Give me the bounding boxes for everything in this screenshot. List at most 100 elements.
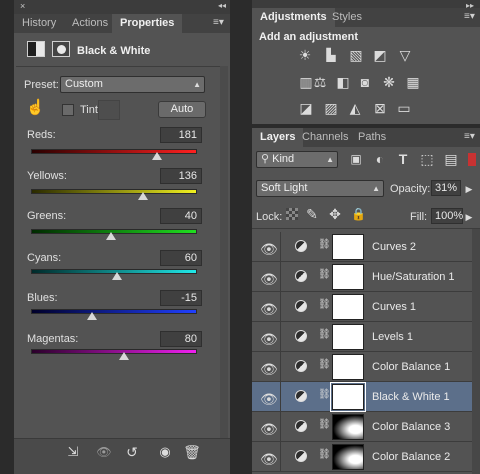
close-panel-button[interactable]: × bbox=[20, 2, 25, 11]
layer-mask-thumbnail[interactable] bbox=[332, 414, 364, 440]
opacity-arrow-icon[interactable]: ▶ bbox=[464, 181, 474, 197]
tab-paths[interactable]: Paths bbox=[350, 128, 394, 147]
link-chain-icon[interactable]: ⛓ bbox=[318, 419, 331, 435]
layer-mask-thumbnail[interactable] bbox=[332, 324, 364, 350]
exposure-icon[interactable]: ◩ bbox=[371, 47, 389, 63]
color-lookup-icon[interactable]: ▦ bbox=[404, 74, 422, 90]
layer-mask-thumbnail[interactable] bbox=[332, 234, 364, 260]
fill-input[interactable]: 100% bbox=[431, 208, 463, 224]
layer-row[interactable]: 👁 ⛓ Curves 1 bbox=[252, 292, 472, 322]
lock-all-icon[interactable]: 🔒 bbox=[351, 206, 366, 222]
layers-scrollbar[interactable] bbox=[472, 229, 480, 474]
view-previous-state-icon[interactable]: 👁 bbox=[93, 444, 115, 460]
lock-transparent-icon[interactable] bbox=[286, 208, 298, 220]
delete-trash-icon[interactable]: 🗑 bbox=[183, 444, 201, 460]
color-balance-icon[interactable]: ⚖ bbox=[311, 74, 329, 90]
tab-history[interactable]: History bbox=[14, 14, 64, 33]
adjustments-menu-icon[interactable]: ≡▾ bbox=[464, 11, 475, 22]
reset-icon[interactable]: ↺ bbox=[123, 444, 141, 460]
magentas-input[interactable]: 80 bbox=[160, 331, 202, 347]
link-chain-icon[interactable]: ⛓ bbox=[318, 449, 331, 465]
greens-slider-thumb[interactable] bbox=[106, 232, 116, 240]
layer-mask-thumbnail[interactable] bbox=[332, 294, 364, 320]
layers-menu-icon[interactable]: ≡▾ bbox=[464, 131, 475, 142]
fill-arrow-icon[interactable]: ▶ bbox=[464, 209, 474, 225]
threshold-icon[interactable]: ◭ bbox=[346, 100, 364, 116]
brightness-contrast-icon[interactable]: ☀ bbox=[297, 47, 313, 63]
link-chain-icon[interactable]: ⛓ bbox=[318, 239, 331, 255]
visibility-eye-icon[interactable]: 👁 bbox=[260, 391, 278, 407]
layer-row[interactable]: 👁 ⛓ Hue/Saturation 1 bbox=[252, 262, 472, 292]
visibility-eye-icon[interactable]: 👁 bbox=[260, 451, 278, 467]
posterize-icon[interactable]: ▨ bbox=[322, 100, 340, 116]
tint-color-swatch[interactable] bbox=[98, 100, 120, 120]
collapse-panel-button[interactable]: ◂◂ bbox=[218, 2, 226, 10]
tab-properties[interactable]: Properties bbox=[112, 14, 183, 33]
magentas-slider-thumb[interactable] bbox=[119, 352, 129, 360]
vibrance-icon[interactable]: ▽ bbox=[396, 47, 414, 63]
reds-slider-thumb[interactable] bbox=[152, 152, 162, 160]
adjustment-layer-icon[interactable] bbox=[27, 41, 45, 57]
tab-channels[interactable]: Channels bbox=[294, 128, 356, 147]
lock-image-brush-icon[interactable]: ✎ bbox=[304, 206, 320, 222]
channel-mixer-icon[interactable]: ❋ bbox=[380, 74, 398, 90]
layer-mask-thumbnail[interactable] bbox=[332, 264, 364, 290]
visibility-eye-icon[interactable]: ◉ bbox=[155, 444, 175, 460]
filter-adjustment-icon[interactable]: ◐ bbox=[372, 151, 388, 167]
panel-menu-icon[interactable]: ≡▾ bbox=[213, 17, 224, 28]
blues-input[interactable]: -15 bbox=[160, 290, 202, 306]
filter-pixel-icon[interactable]: ▣ bbox=[347, 151, 365, 167]
filter-toggle-switch[interactable] bbox=[468, 153, 476, 166]
selective-color-icon[interactable]: ⊠ bbox=[371, 100, 389, 116]
invert-icon[interactable]: ◪ bbox=[297, 100, 315, 116]
cyans-slider-thumb[interactable] bbox=[112, 272, 122, 280]
layer-row[interactable]: 👁 ⛓ Levels 1 bbox=[252, 322, 472, 352]
curves-icon[interactable]: ▧ bbox=[347, 47, 365, 63]
targeted-adjustment-hand-icon[interactable]: ☝ bbox=[26, 100, 45, 118]
visibility-eye-icon[interactable]: 👁 bbox=[260, 301, 278, 317]
layer-row[interactable]: 👁 ⛓ Color Balance 3 bbox=[252, 412, 472, 442]
cyans-input[interactable]: 60 bbox=[160, 250, 202, 266]
link-chain-icon[interactable]: ⛓ bbox=[318, 269, 331, 285]
magentas-slider-track[interactable] bbox=[31, 349, 197, 354]
levels-icon[interactable]: ▙ bbox=[322, 47, 340, 63]
filter-type-icon[interactable]: T bbox=[396, 151, 410, 167]
yellows-input[interactable]: 136 bbox=[160, 168, 202, 184]
layer-mask-thumbnail[interactable] bbox=[330, 382, 366, 412]
reds-input[interactable]: 181 bbox=[160, 127, 202, 143]
filter-smart-object-icon[interactable]: ▤ bbox=[443, 151, 459, 167]
blues-slider-thumb[interactable] bbox=[87, 312, 97, 320]
layer-mask-thumbnail[interactable] bbox=[332, 444, 364, 470]
layer-row[interactable]: 👁 ⛓ Curves 2 bbox=[252, 232, 472, 262]
black-white-icon[interactable]: ◧ bbox=[334, 74, 352, 90]
auto-button[interactable]: Auto bbox=[158, 101, 206, 118]
filter-shape-icon[interactable]: ⬚ bbox=[418, 151, 436, 167]
layer-filter-dropdown[interactable]: ⚲ Kind ▲ bbox=[256, 151, 338, 168]
preset-dropdown[interactable]: Custom ▲ bbox=[60, 76, 205, 93]
link-chain-icon[interactable]: ⛓ bbox=[318, 329, 331, 345]
blues-slider-track[interactable] bbox=[31, 309, 197, 314]
layer-row-selected[interactable]: 👁 ⛓ Black & White 1 bbox=[252, 382, 472, 412]
visibility-eye-icon[interactable]: 👁 bbox=[260, 241, 278, 257]
link-chain-icon[interactable]: ⛓ bbox=[318, 359, 331, 375]
link-chain-icon[interactable]: ⛓ bbox=[318, 389, 331, 405]
photo-filter-icon[interactable]: ◙ bbox=[356, 74, 374, 90]
greens-input[interactable]: 40 bbox=[160, 208, 202, 224]
tab-adjustments[interactable]: Adjustments bbox=[252, 8, 335, 27]
lock-position-icon[interactable]: ✥ bbox=[327, 206, 343, 222]
link-chain-icon[interactable]: ⛓ bbox=[318, 299, 331, 315]
tab-styles[interactable]: Styles bbox=[324, 8, 370, 27]
layer-row[interactable]: 👁 ⛓ Color Balance 2 bbox=[252, 442, 472, 472]
yellows-slider-thumb[interactable] bbox=[138, 192, 148, 200]
layer-row[interactable]: 👁 ⛓ Color Balance 1 bbox=[252, 352, 472, 382]
mask-icon[interactable] bbox=[52, 41, 70, 57]
clip-to-layer-icon[interactable]: ⇲ bbox=[64, 444, 82, 460]
tab-actions[interactable]: Actions bbox=[64, 14, 116, 33]
left-panel-scrollbar[interactable] bbox=[220, 66, 228, 438]
yellows-slider-track[interactable] bbox=[31, 189, 197, 194]
gradient-map-icon[interactable]: ▭ bbox=[395, 100, 413, 116]
reds-slider-track[interactable] bbox=[31, 149, 197, 154]
blend-mode-dropdown[interactable]: Soft Light ▲ bbox=[256, 180, 384, 197]
visibility-eye-icon[interactable]: 👁 bbox=[260, 331, 278, 347]
tint-checkbox[interactable] bbox=[62, 104, 74, 116]
